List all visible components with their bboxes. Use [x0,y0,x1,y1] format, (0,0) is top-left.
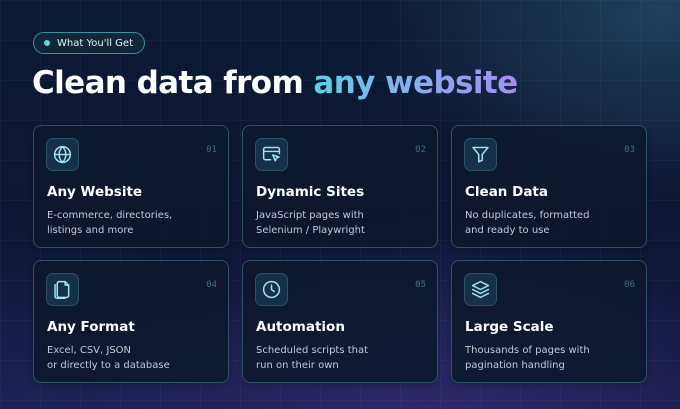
card-number: 02 [415,145,426,155]
feature-grid: 01 Any Website E-commerce, directories, … [33,125,647,383]
layers-icon [464,273,497,306]
card-number: 06 [624,280,635,290]
page-title: Clean data from any website [32,62,518,104]
document-icon [46,273,79,306]
feature-card-dynamic-sites: 02 Dynamic Sites JavaScript pages with S… [242,125,438,248]
feature-card-any-website: 01 Any Website E-commerce, directories, … [33,125,229,248]
card-description: No duplicates, formatted and ready to us… [465,208,589,238]
clock-icon [255,273,288,306]
card-description: Thousands of pages with pagination handl… [465,343,590,373]
card-description-line: or directly to a database [47,360,170,371]
card-description: Scheduled scripts that run on their own [256,343,368,373]
card-number: 01 [206,145,217,155]
card-description-line: pagination handling [465,360,565,371]
card-title: Any Website [47,184,143,200]
card-title: Clean Data [465,184,548,200]
section-badge: What You'll Get [33,32,145,54]
badge-label: What You'll Get [57,37,133,49]
browser-cursor-icon [255,138,288,171]
feature-card-any-format: 04 Any Format Excel, CSV, JSON or direct… [33,260,229,383]
feature-card-large-scale: 06 Large Scale Thousands of pages with p… [451,260,647,383]
card-description-line: run on their own [256,360,339,371]
card-description: Excel, CSV, JSON or directly to a databa… [47,343,170,373]
title-prefix: Clean data from [32,65,314,101]
badge-dot [44,40,50,46]
card-number: 04 [206,280,217,290]
card-title: Automation [256,319,345,335]
card-description-line: E-commerce, directories, [47,210,173,221]
feature-card-automation: 05 Automation Scheduled scripts that run… [242,260,438,383]
card-description-line: Excel, CSV, JSON [47,345,132,356]
feature-card-clean-data: 03 Clean Data No duplicates, formatted a… [451,125,647,248]
card-description-line: listings and more [47,225,134,236]
filter-icon [464,138,497,171]
card-description-line: Scheduled scripts that [256,345,369,356]
card-description-line: and ready to use [465,225,550,236]
card-description-line: Thousands of pages with [465,345,590,356]
card-description-line: JavaScript pages with [256,210,364,221]
card-description: E-commerce, directories, listings and mo… [47,208,172,238]
title-accent: any website [313,65,518,101]
card-title: Any Format [47,319,135,335]
card-number: 03 [624,145,635,155]
card-number: 05 [415,280,426,290]
globe-icon [46,138,79,171]
card-title: Large Scale [465,319,554,335]
card-description-line: Selenium / Playwright [256,225,365,236]
card-title: Dynamic Sites [256,184,365,200]
card-description-line: No duplicates, formatted [465,210,590,221]
card-description: JavaScript pages with Selenium / Playwri… [256,208,365,238]
